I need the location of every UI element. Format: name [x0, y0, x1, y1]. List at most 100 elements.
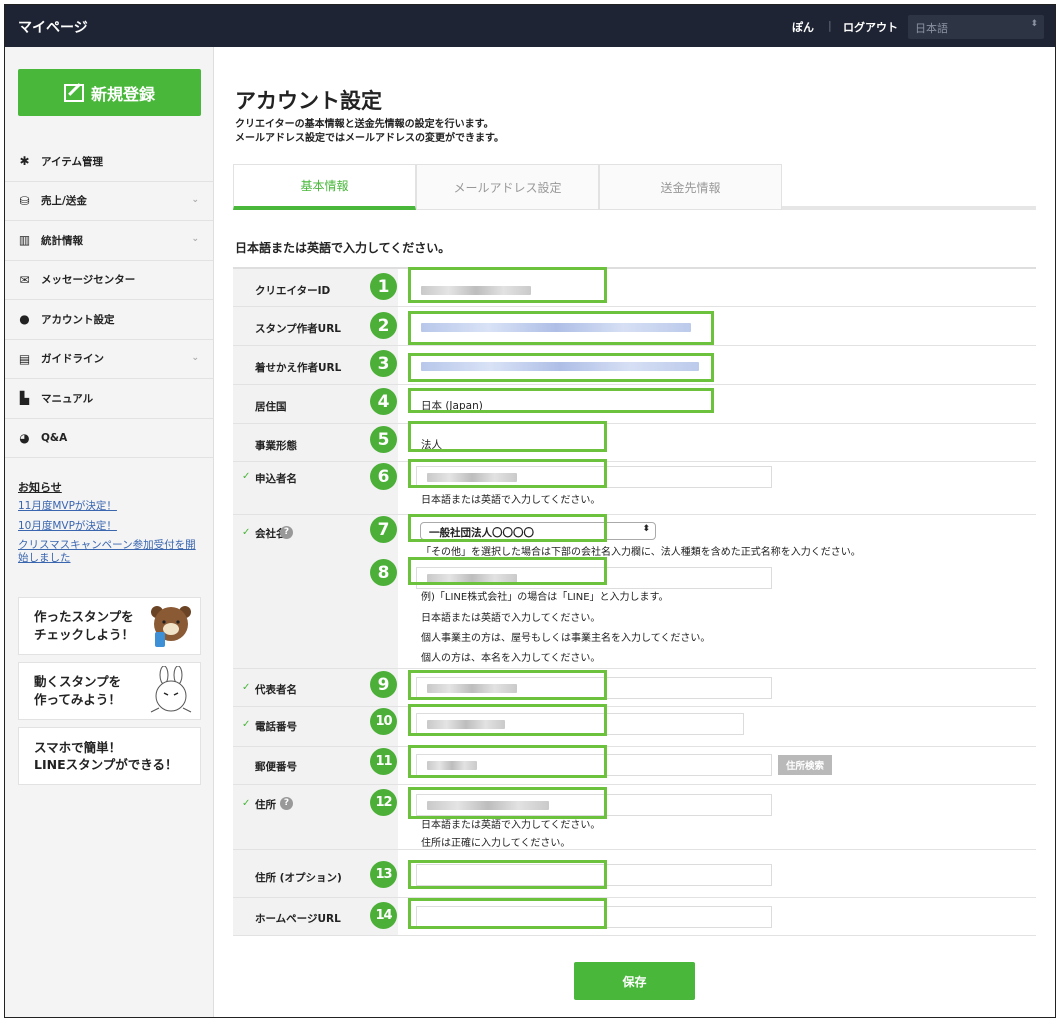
chevron-updown-icon: ⬍ [1030, 19, 1038, 29]
promo-line: 動くスタンプを [34, 674, 122, 689]
callout-box [408, 745, 607, 778]
label-text: 着せかえ作者URL [255, 362, 342, 374]
label-text: スタンプ作者URL [255, 323, 341, 335]
sidebar-item-sales[interactable]: ⛁ 売上/送金 ⌄ [5, 182, 213, 221]
sidebar-item-qa[interactable]: ◕ Q&A [5, 419, 213, 458]
form-row: ✓ 申込者名 日本語または英語で入力してください。 [233, 462, 1036, 515]
company-hint: 個人の方は、本名を入力してください。 [421, 653, 601, 664]
callout-box [408, 311, 714, 345]
label-text: 電話番号 [255, 721, 297, 733]
callout-box [408, 267, 607, 303]
sidebar-item-label: アイテム管理 [41, 155, 103, 168]
callout-number: 6 [370, 463, 397, 490]
gear-icon: ✱ [19, 154, 30, 169]
bear-character-icon [151, 606, 191, 647]
callout-number: 12 [370, 789, 397, 816]
language-note: 日本語または英語で入力してください。 [235, 241, 451, 255]
user-name[interactable]: ぽん [792, 19, 814, 35]
tab-remittance-info[interactable]: 送金先情報 [599, 164, 782, 210]
callout-box [408, 353, 714, 382]
form-row: ✓ 電話番号 [233, 707, 1036, 747]
news-heading[interactable]: お知らせ [18, 479, 203, 495]
description-line: メールアドレス設定ではメールアドレスの変更ができます。 [235, 132, 504, 144]
address-search-button[interactable]: 住所検索 [778, 755, 832, 775]
check-icon: ✓ [242, 719, 251, 730]
label-text: 住所? [255, 797, 293, 812]
sidebar-item-stats[interactable]: ▥ 統計情報 ⌄ [5, 221, 213, 261]
check-icon: ✓ [242, 682, 251, 693]
language-value: 日本語 [915, 22, 948, 35]
envelope-icon: ✉ [19, 272, 30, 287]
coins-icon: ⛁ [19, 193, 30, 208]
chevron-down-icon: ⌄ [191, 194, 199, 205]
document-icon: ▤ [18, 351, 31, 366]
label-text: 代表者名 [255, 684, 297, 696]
sidebar-item-label: マニュアル [41, 392, 94, 405]
callout-box [408, 704, 607, 736]
sidebar-item-label: Q&A [41, 431, 68, 444]
sidebar-item-items[interactable]: ✱ アイテム管理 [5, 142, 213, 182]
label-text: 住所 (オプション) [255, 872, 342, 884]
help-icon[interactable]: ? [280, 797, 293, 810]
page-title: アカウント設定 [235, 89, 382, 113]
chat-bubble-icon: ◕ [19, 430, 30, 445]
sidebar-item-guidelines[interactable]: ▤ ガイドライン ⌄ [5, 340, 213, 379]
page-description: クリエイターの基本情報と送金先情報の設定を行います。 メールアドレス設定ではメー… [235, 118, 504, 145]
label-text: ホームページURL [255, 913, 341, 925]
label-text: 会社名? [255, 526, 293, 541]
top-bar: マイページ ぽん | ログアウト 日本語 ⬍ [5, 5, 1055, 47]
bar-chart-icon: ▥ [18, 233, 31, 248]
callout-box [408, 898, 607, 929]
logout-link[interactable]: ログアウト [843, 19, 898, 35]
callout-box [408, 787, 607, 819]
form-row: クリエイターID [233, 269, 1036, 307]
promo-banner[interactable]: 作ったスタンプを チェックしよう！ [18, 597, 201, 655]
callout-number: 8 [370, 559, 397, 586]
promo-line: スマホで簡単！ [34, 740, 122, 755]
news-link[interactable]: 11月度MVPが決定！ [18, 500, 203, 513]
callout-number: 11 [370, 748, 397, 775]
form-row: 郵便番号 [233, 747, 1036, 785]
language-select[interactable]: 日本語 ⬍ [908, 15, 1044, 39]
check-icon: ✓ [242, 798, 251, 809]
sidebar-item-label: メッセージセンター [41, 274, 136, 287]
callout-number: 14 [370, 902, 397, 929]
address-hint: 日本語または英語で入力してください。 [421, 820, 601, 831]
account-form: クリエイターID スタンプ作者URL 着せかえ作者URL 居住国 日本 (Jap… [233, 267, 1036, 936]
app-frame: マイページ ぽん | ログアウト 日本語 ⬍ 新規登録 ✱ アイテム管理 ⛁ 売上/… [4, 4, 1056, 1018]
chevron-down-icon: ⌄ [191, 234, 199, 244]
sidebar-item-label: ガイドライン [41, 353, 104, 366]
file-icon: ▙ [19, 391, 30, 406]
sidebar-item-messages[interactable]: ✉ メッセージセンター [5, 261, 213, 300]
sidebar-item-account[interactable]: ● アカウント設定 [5, 300, 213, 340]
applicant-hint: 日本語または英語で入力してください。 [421, 495, 601, 506]
edit-icon [63, 83, 84, 102]
callout-number: 1 [370, 273, 397, 300]
form-row: 事業形態 法人 [233, 424, 1036, 462]
description-line: クリエイターの基本情報と送金先情報の設定を行います。 [235, 119, 494, 130]
form-row: ホームページURL [233, 898, 1036, 936]
company-hint: 個人事業主の方は、屋号もしくは事業主名を入力してください。 [421, 633, 711, 644]
tab-basic-info[interactable]: 基本情報 [233, 164, 416, 210]
form-row: ✓ 住所? 日本語または英語で入力してください。 住所は正確に入力してください。 [233, 785, 1036, 850]
promo-banner[interactable]: スマホで簡単！ LINEスタンプができる！ [18, 727, 201, 785]
sidebar: 新規登録 ✱ アイテム管理 ⛁ 売上/送金 ⌄ ▥ 統計情報 ⌄ ✉ メッセージセンター ●… [5, 47, 214, 1017]
chevron-down-icon: ⌄ [191, 352, 199, 363]
news-link[interactable]: 10月度MVPが決定！ [18, 520, 203, 533]
sidebar-item-manual[interactable]: ▙ マニュアル [5, 379, 213, 419]
help-icon[interactable]: ? [280, 526, 293, 539]
company-hint: 日本語または英語で入力してください。 [421, 613, 601, 624]
promo-line: 作ったスタンプを [34, 609, 134, 624]
callout-box [408, 514, 607, 542]
person-icon: ● [19, 312, 30, 327]
news-link[interactable]: クリスマスキャンペーン参加受付を開始しました [18, 539, 203, 564]
tab-email-settings[interactable]: メールアドレス設定 [416, 164, 599, 210]
callout-number: 13 [370, 861, 397, 888]
app-title[interactable]: マイページ [18, 17, 88, 37]
new-registration-button[interactable]: 新規登録 [18, 69, 201, 116]
sidebar-item-label: 売上/送金 [41, 195, 87, 208]
form-row: ✓ 代表者名 [233, 669, 1036, 707]
promo-banner[interactable]: 動くスタンプを 作ってみよう！ [18, 662, 201, 720]
callout-box [408, 860, 607, 889]
save-button[interactable]: 保存 [574, 962, 695, 1000]
